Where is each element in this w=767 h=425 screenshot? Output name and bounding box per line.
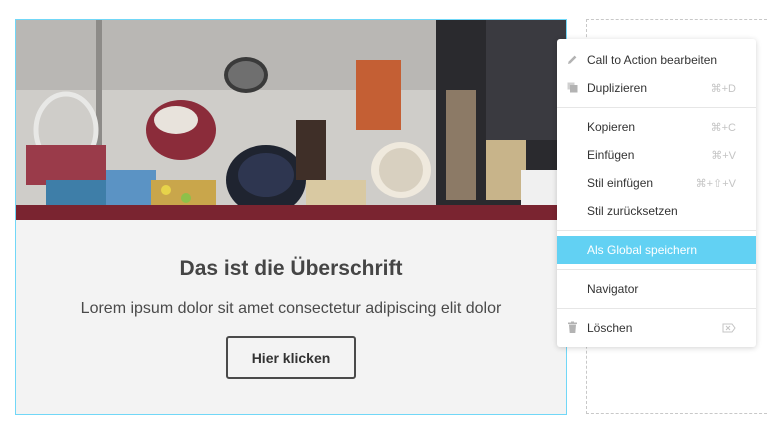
menu-item-label: Duplizieren <box>587 81 648 95</box>
menu-item-label: Stil einfügen <box>587 176 654 190</box>
context-menu: Call to Action bearbeiten Duplizieren ⌘+… <box>557 39 756 347</box>
menu-item-paste[interactable]: Einfügen ⌘+V <box>557 141 756 169</box>
menu-item-delete[interactable]: Löschen <box>557 314 756 342</box>
menu-item-shortcut: ⌘+D <box>710 82 736 95</box>
menu-item-copy[interactable]: Kopieren ⌘+C <box>557 113 756 141</box>
menu-separator <box>557 107 756 108</box>
market-stall-image <box>16 20 566 220</box>
menu-item-navigator[interactable]: Navigator <box>557 275 756 303</box>
menu-item-label: Einfügen <box>587 148 635 162</box>
menu-item-label: Als Global speichern <box>587 243 698 257</box>
menu-item-label: Löschen <box>587 321 633 335</box>
menu-separator <box>557 269 756 270</box>
menu-item-paste-style[interactable]: Stil einfügen ⌘+⇧+V <box>557 169 756 197</box>
duplicate-icon <box>567 82 578 93</box>
cta-button[interactable]: Hier klicken <box>226 336 356 379</box>
menu-item-reset-style[interactable]: Stil zurücksetzen <box>557 197 756 225</box>
market-stall-photo <box>16 20 566 220</box>
menu-item-duplicate[interactable]: Duplizieren ⌘+D <box>557 74 756 102</box>
menu-item-label: Kopieren <box>587 120 636 134</box>
menu-item-shortcut: ⌘+C <box>710 121 736 134</box>
menu-item-shortcut: ⌘+⇧+V <box>695 177 736 190</box>
menu-item-label: Navigator <box>587 282 639 296</box>
cta-headline[interactable]: Das ist die Überschrift <box>16 257 566 281</box>
menu-item-shortcut: ⌘+V <box>711 149 736 162</box>
editor-canvas: Das ist die Überschrift Lorem ipsum dolo… <box>0 0 767 425</box>
cta-widget[interactable]: Das ist die Überschrift Lorem ipsum dolo… <box>15 19 567 415</box>
menu-item-save-global[interactable]: Als Global speichern <box>557 236 756 264</box>
delete-key-icon <box>722 323 736 333</box>
trash-icon <box>568 321 577 333</box>
menu-item-label: Call to Action bearbeiten <box>587 53 718 67</box>
pencil-icon <box>568 55 577 64</box>
cta-content: Das ist die Überschrift Lorem ipsum dolo… <box>16 220 566 414</box>
cta-description[interactable]: Lorem ipsum dolor sit amet consectetur a… <box>16 300 566 318</box>
menu-separator <box>557 308 756 309</box>
menu-separator <box>557 230 756 231</box>
menu-item-edit[interactable]: Call to Action bearbeiten <box>557 46 756 74</box>
menu-item-label: Stil zurücksetzen <box>587 204 678 218</box>
